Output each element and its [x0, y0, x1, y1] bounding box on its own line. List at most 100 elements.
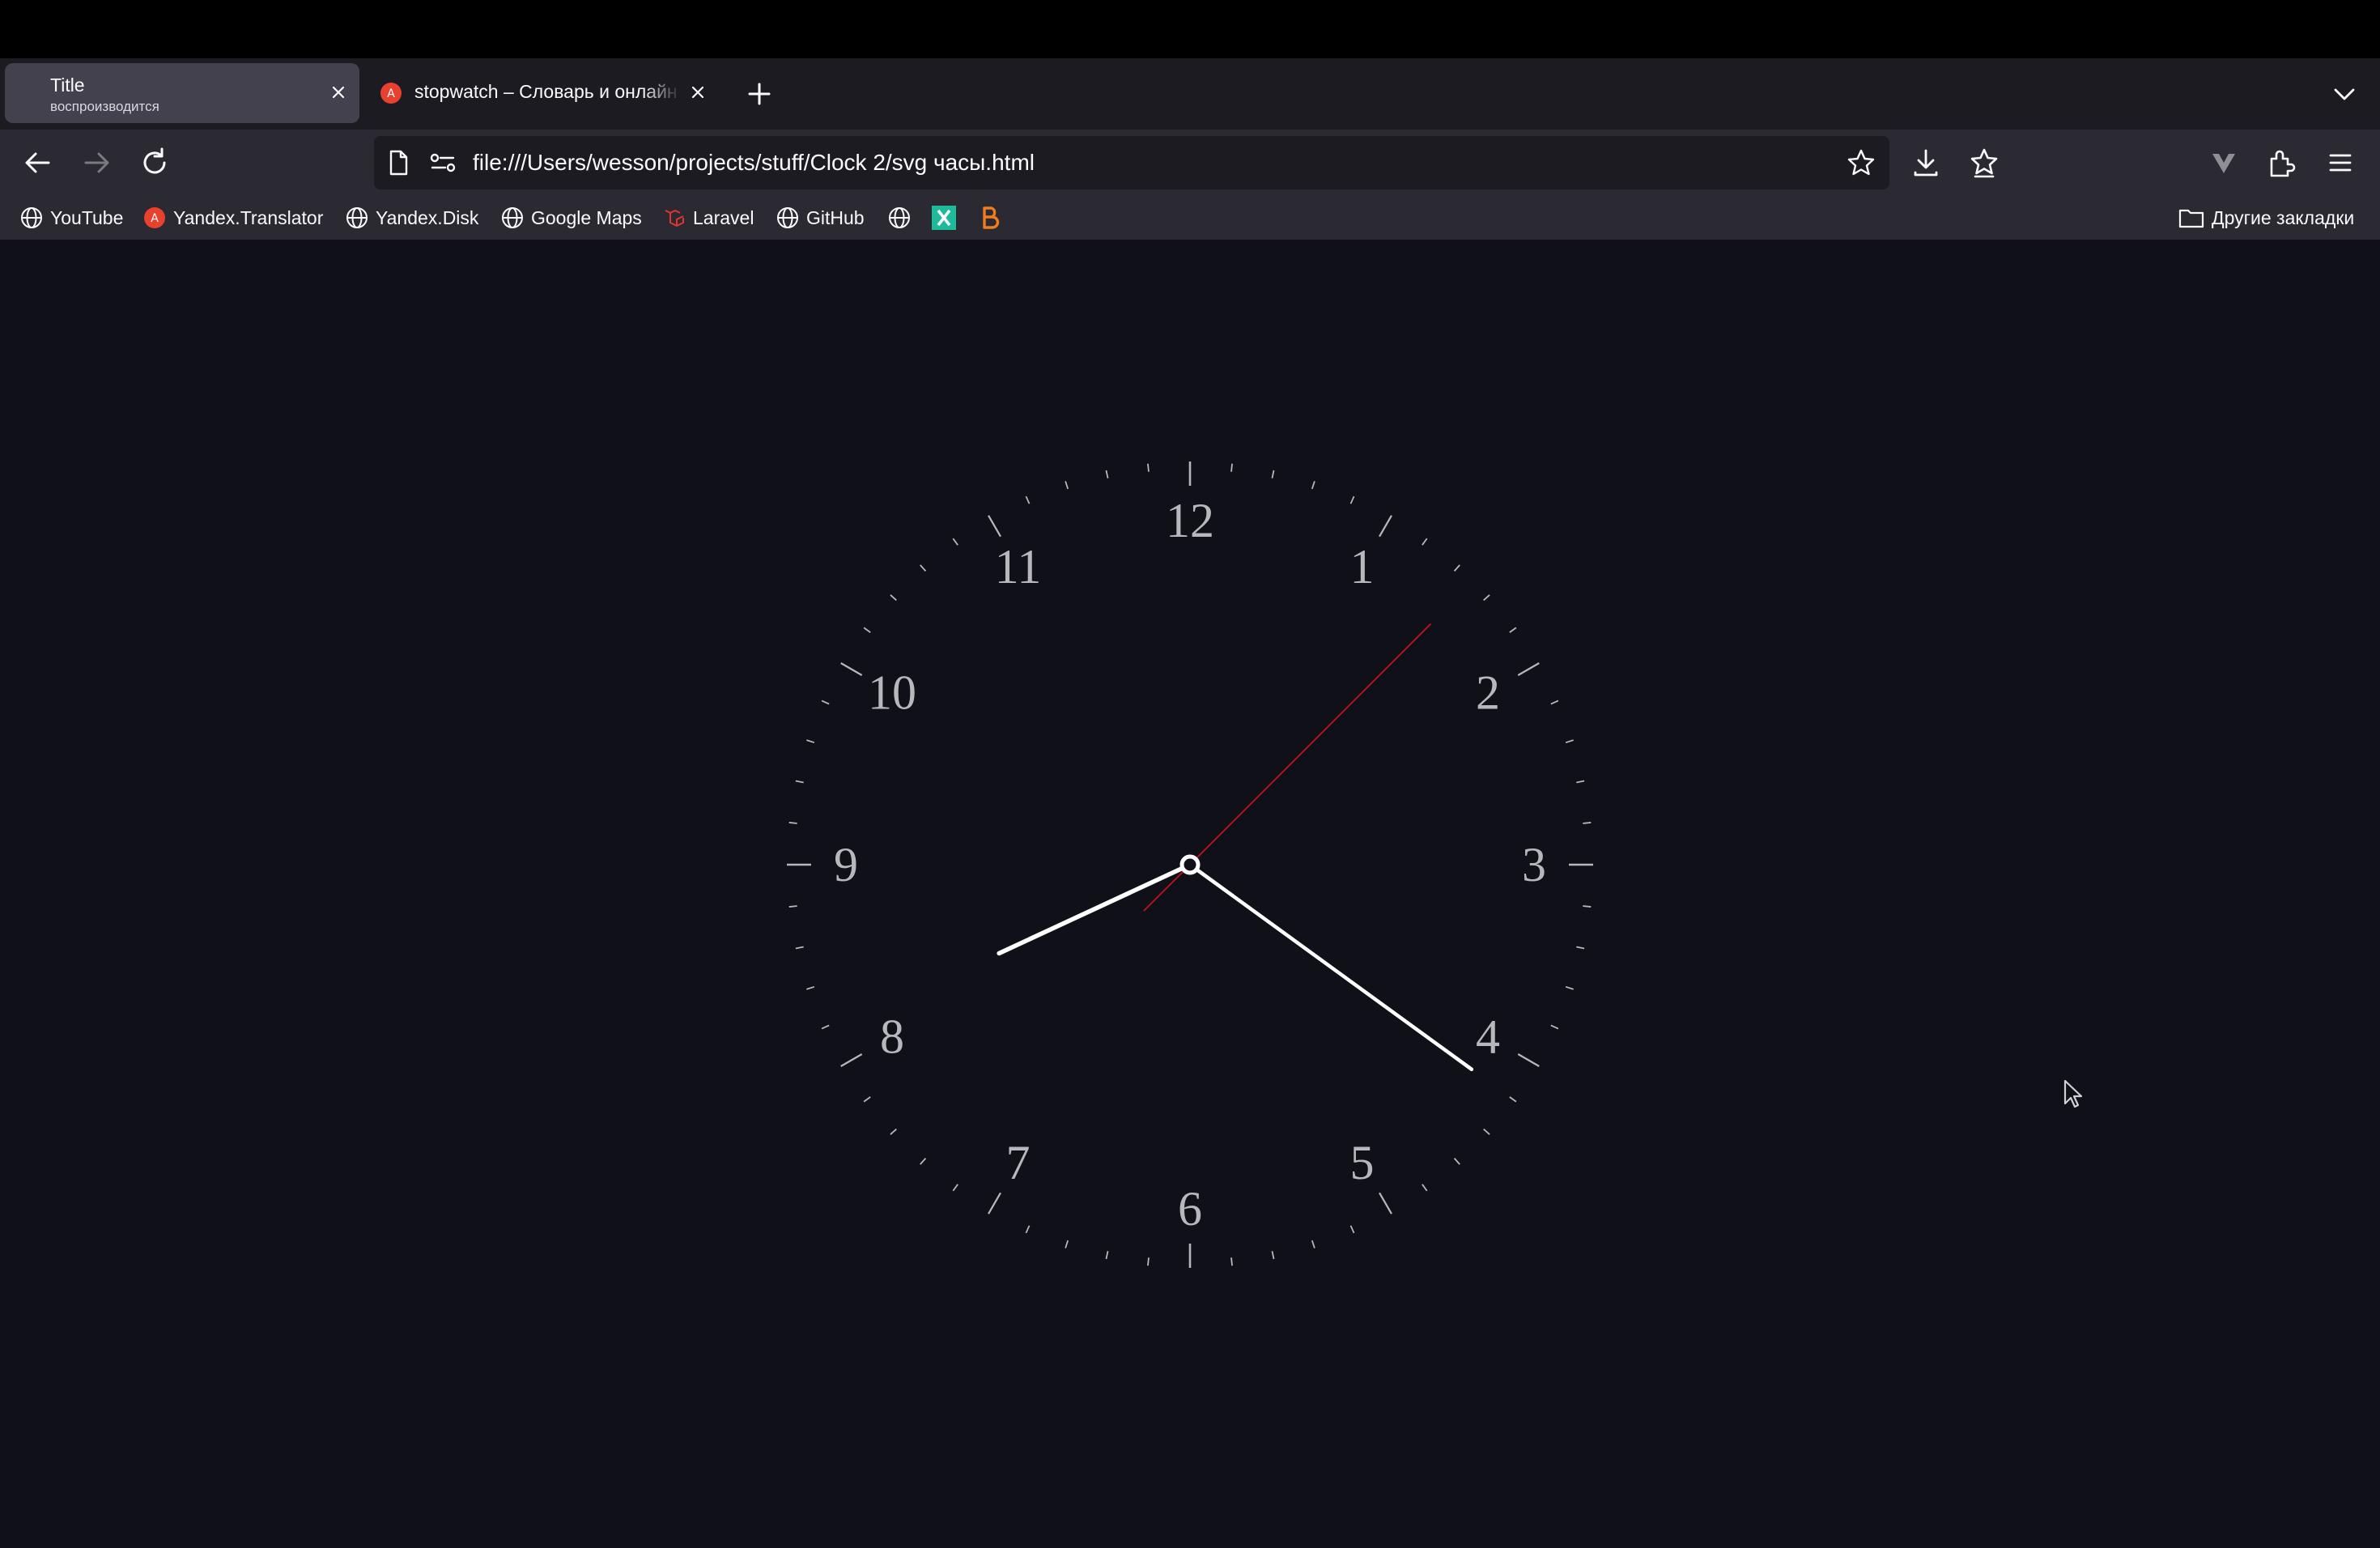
tab-stopwatch[interactable]: A stopwatch – Словарь и онлайн [371, 63, 719, 123]
clock-tick [1509, 627, 1517, 633]
analog-clock: 121234567891011 [787, 461, 1593, 1268]
clock-numeral: 12 [1166, 494, 1214, 547]
clock-tick [1230, 1257, 1233, 1266]
clock-tick [1576, 780, 1585, 784]
clock-numeral: 6 [1178, 1182, 1202, 1235]
clock-tick [1379, 1192, 1392, 1214]
bookmark-yandex-disk[interactable]: Yandex.Disk [345, 204, 478, 232]
new-tab-plus-icon[interactable] [743, 78, 776, 110]
bookmark-unlabeled-globe[interactable] [887, 204, 918, 232]
globe-icon [777, 207, 798, 228]
bookmark-yandex-translator[interactable]: A Yandex.Translator [142, 204, 323, 232]
download-icon[interactable] [1906, 142, 1946, 183]
clock-tick [840, 662, 863, 676]
svg-text:A: A [387, 87, 395, 100]
bookmark-x[interactable] [931, 204, 963, 232]
minute-hand [1188, 862, 1474, 1071]
clock-tick [806, 739, 815, 744]
clock-tick [1453, 1158, 1460, 1165]
bookmark-label: YouTube [50, 206, 124, 228]
clock-tick [1147, 463, 1150, 472]
x-logo-icon [932, 206, 956, 230]
clock-tick [1453, 564, 1460, 572]
svg-text:A: A [151, 212, 159, 225]
clock-numeral: 5 [1350, 1136, 1375, 1189]
hour-hand [997, 862, 1192, 956]
globe-icon [502, 207, 523, 228]
tab-title[interactable]: Title воспроизводится [5, 63, 359, 123]
clock-numeral: 2 [1476, 666, 1500, 720]
clock-tick [1517, 1053, 1540, 1067]
clock-tick [1517, 662, 1540, 676]
bookmark-google-maps[interactable]: Google Maps [500, 204, 642, 232]
close-icon[interactable] [324, 78, 353, 107]
clock-tick [920, 564, 927, 572]
clock-tick [1349, 1225, 1355, 1234]
clock-tick [863, 1096, 871, 1103]
bookmark-folder-label: Другие закладки [2212, 206, 2355, 228]
tab-audio-status: воспроизводится [50, 99, 159, 114]
clock-tick [988, 515, 1001, 538]
clock-tick [1230, 463, 1233, 472]
back-arrow-icon[interactable] [18, 142, 58, 183]
yandex-translate-icon: A [144, 207, 165, 228]
clock-numeral: 4 [1476, 1010, 1500, 1064]
clock-tick [795, 780, 804, 784]
bookmarks-toolbar: YouTube A Yandex.Translator Yandex.Disk … [0, 196, 2380, 240]
tab-strip: Title воспроизводится A stopwatch – Слов… [0, 58, 2380, 130]
clock-numeral: 3 [1522, 838, 1546, 891]
clock-tick [1025, 1225, 1031, 1234]
vivaldi-v-icon[interactable] [2204, 142, 2244, 183]
clock-tick [1422, 538, 1428, 546]
bookmark-label: GitHub [806, 206, 865, 228]
star-bookmark-icon[interactable] [1846, 147, 1876, 178]
window-top-bar [0, 0, 2380, 58]
clock-tick [890, 594, 897, 602]
clock-tick [1271, 470, 1275, 478]
clock-tick [840, 1053, 863, 1067]
clock-tick [920, 1158, 927, 1165]
pocket-star-icon[interactable] [1964, 142, 2004, 183]
clock-tick [1583, 905, 1592, 908]
bookmark-label: Laravel [693, 206, 754, 228]
bookmark-label: Yandex.Translator [173, 206, 324, 228]
bookmark-github[interactable]: GitHub [776, 204, 865, 232]
b-logo-icon [983, 206, 1000, 229]
globe-icon [346, 207, 368, 228]
clock-tick [952, 538, 958, 546]
bookmark-label: Google Maps [531, 206, 642, 228]
clock-tick [1483, 1128, 1490, 1135]
bookmark-youtube[interactable]: YouTube [19, 204, 123, 232]
clock-tick [1065, 1240, 1069, 1248]
clock-numeral: 11 [995, 540, 1042, 593]
permissions-icon[interactable] [429, 151, 457, 175]
url-text[interactable]: file:///Users/wesson/projects/stuff/Cloc… [473, 150, 1035, 176]
yandex-translate-icon: A [380, 83, 402, 104]
extensions-puzzle-icon[interactable] [2262, 142, 2302, 183]
clock-tick [1065, 481, 1069, 490]
globe-icon [21, 207, 42, 228]
bookmark-laravel[interactable]: Laravel [662, 204, 754, 232]
reload-icon[interactable] [134, 142, 175, 183]
hamburger-menu-icon[interactable] [2320, 142, 2361, 183]
clock-tick [1349, 495, 1355, 504]
clock-tick [821, 700, 830, 705]
chevron-down-icon[interactable] [2328, 78, 2361, 110]
bookmark-label: Yandex.Disk [376, 206, 479, 228]
clock-numeral: 7 [1006, 1136, 1031, 1189]
bookmark-other-folder[interactable]: Другие закладки [2178, 204, 2354, 232]
clock-tick [795, 946, 804, 950]
clock-tick [1147, 1257, 1150, 1266]
laravel-icon [665, 210, 684, 227]
globe-icon [889, 207, 910, 228]
clock-tick [788, 905, 797, 908]
clock-tick [1379, 515, 1392, 538]
clock-tick [1509, 1096, 1517, 1103]
center-pin [1179, 854, 1201, 875]
navigation-toolbar: file:///Users/wesson/projects/stuff/Cloc… [0, 130, 2380, 196]
page-icon[interactable] [385, 149, 411, 176]
close-icon[interactable] [683, 78, 712, 107]
forward-arrow-icon[interactable] [76, 142, 117, 183]
address-bar[interactable]: file:///Users/wesson/projects/stuff/Cloc… [374, 136, 1889, 189]
bookmark-b[interactable] [978, 204, 1009, 232]
